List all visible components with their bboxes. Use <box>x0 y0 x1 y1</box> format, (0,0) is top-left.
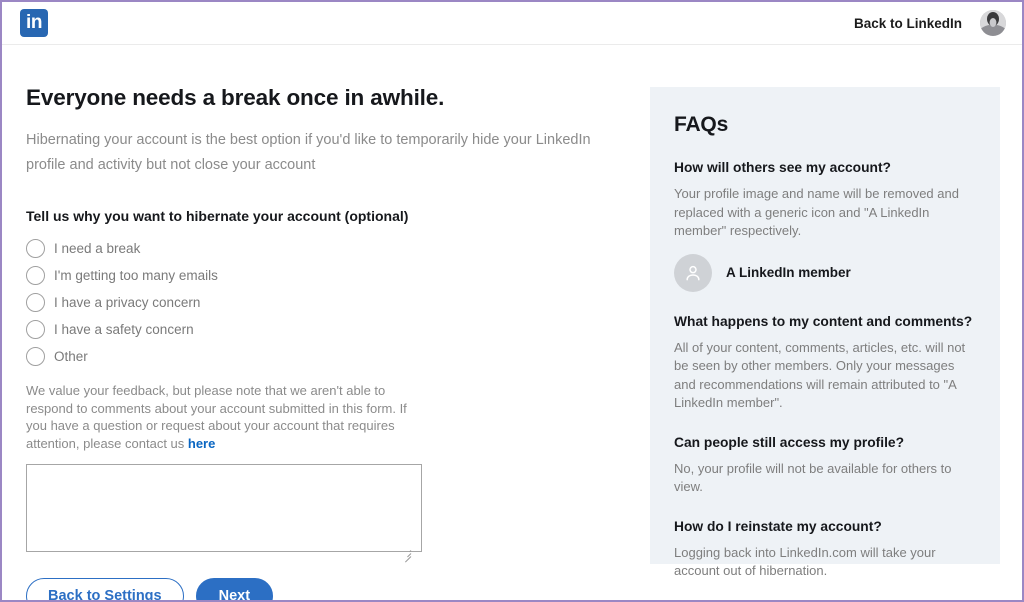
header-right-group: Back to LinkedIn <box>854 10 1006 36</box>
generic-member-label: A LinkedIn member <box>726 265 851 280</box>
top-header-bar: in Back to LinkedIn <box>2 2 1022 45</box>
radio-circle-icon[interactable] <box>26 347 45 366</box>
radio-option-need-a-break[interactable]: I need a break <box>26 235 626 262</box>
back-to-linkedin-link[interactable]: Back to LinkedIn <box>854 16 962 31</box>
faq-item-profile-access: Can people still access my profile? No, … <box>674 434 976 497</box>
radio-label: I have a privacy concern <box>54 295 200 310</box>
radio-circle-icon[interactable] <box>26 293 45 312</box>
radio-circle-icon[interactable] <box>26 239 45 258</box>
radio-option-privacy-concern[interactable]: I have a privacy concern <box>26 289 626 316</box>
faq-answer: Your profile image and name will be remo… <box>674 185 976 241</box>
faq-question: How do I reinstate my account? <box>674 518 976 536</box>
page-body: Everyone needs a break once in awhile. H… <box>2 45 1022 601</box>
faq-panel: FAQs How will others see my account? You… <box>650 87 1000 564</box>
faq-question: Can people still access my profile? <box>674 434 976 452</box>
feedback-disclaimer: We value your feedback, but please note … <box>26 382 422 452</box>
faq-question: How will others see my account? <box>674 159 976 177</box>
browser-frame: in Back to LinkedIn <box>0 0 1024 602</box>
linkedin-logo-icon[interactable]: in <box>20 9 48 37</box>
avatar[interactable] <box>980 10 1006 36</box>
radio-option-safety-concern[interactable]: I have a safety concern <box>26 316 626 343</box>
radio-circle-icon[interactable] <box>26 266 45 285</box>
form-action-buttons: Back to Settings Next <box>26 578 626 602</box>
faq-item-how-others-see: How will others see my account? Your pro… <box>674 159 976 292</box>
person-glyph-icon <box>683 263 703 283</box>
back-to-settings-button[interactable]: Back to Settings <box>26 578 184 602</box>
radio-label: Other <box>54 349 88 364</box>
radio-option-other[interactable]: Other <box>26 343 626 370</box>
radio-label: I have a safety concern <box>54 322 194 337</box>
page-title: Everyone needs a break once in awhile. <box>26 85 626 111</box>
avatar-photo-icon <box>980 10 1006 36</box>
contact-us-here-link[interactable]: here <box>188 436 215 451</box>
generic-member-preview: A LinkedIn member <box>674 254 976 292</box>
faq-answer: Logging back into LinkedIn.com will take… <box>674 544 976 581</box>
hibernate-form-column: Everyone needs a break once in awhile. H… <box>26 45 626 602</box>
radio-label: I'm getting too many emails <box>54 268 218 283</box>
faq-question: What happens to my content and comments? <box>674 313 976 331</box>
radio-option-too-many-emails[interactable]: I'm getting too many emails <box>26 262 626 289</box>
faq-answer: No, your profile will not be available f… <box>674 460 976 497</box>
next-button[interactable]: Next <box>196 578 273 602</box>
page-subtitle: Hibernating your account is the best opt… <box>26 128 618 178</box>
reason-form-label: Tell us why you want to hibernate your a… <box>26 208 626 224</box>
faq-item-content-and-comments: What happens to my content and comments?… <box>674 313 976 413</box>
feedback-textarea[interactable] <box>26 464 422 552</box>
disclaimer-text: We value your feedback, but please note … <box>26 383 407 451</box>
reason-radio-group: I need a break I'm getting too many emai… <box>26 235 626 370</box>
generic-person-icon <box>674 254 712 292</box>
faq-panel-title: FAQs <box>674 113 976 137</box>
radio-label: I need a break <box>54 241 140 256</box>
faq-answer: All of your content, comments, articles,… <box>674 339 976 413</box>
faq-item-reinstate-account: How do I reinstate my account? Logging b… <box>674 518 976 581</box>
radio-circle-icon[interactable] <box>26 320 45 339</box>
